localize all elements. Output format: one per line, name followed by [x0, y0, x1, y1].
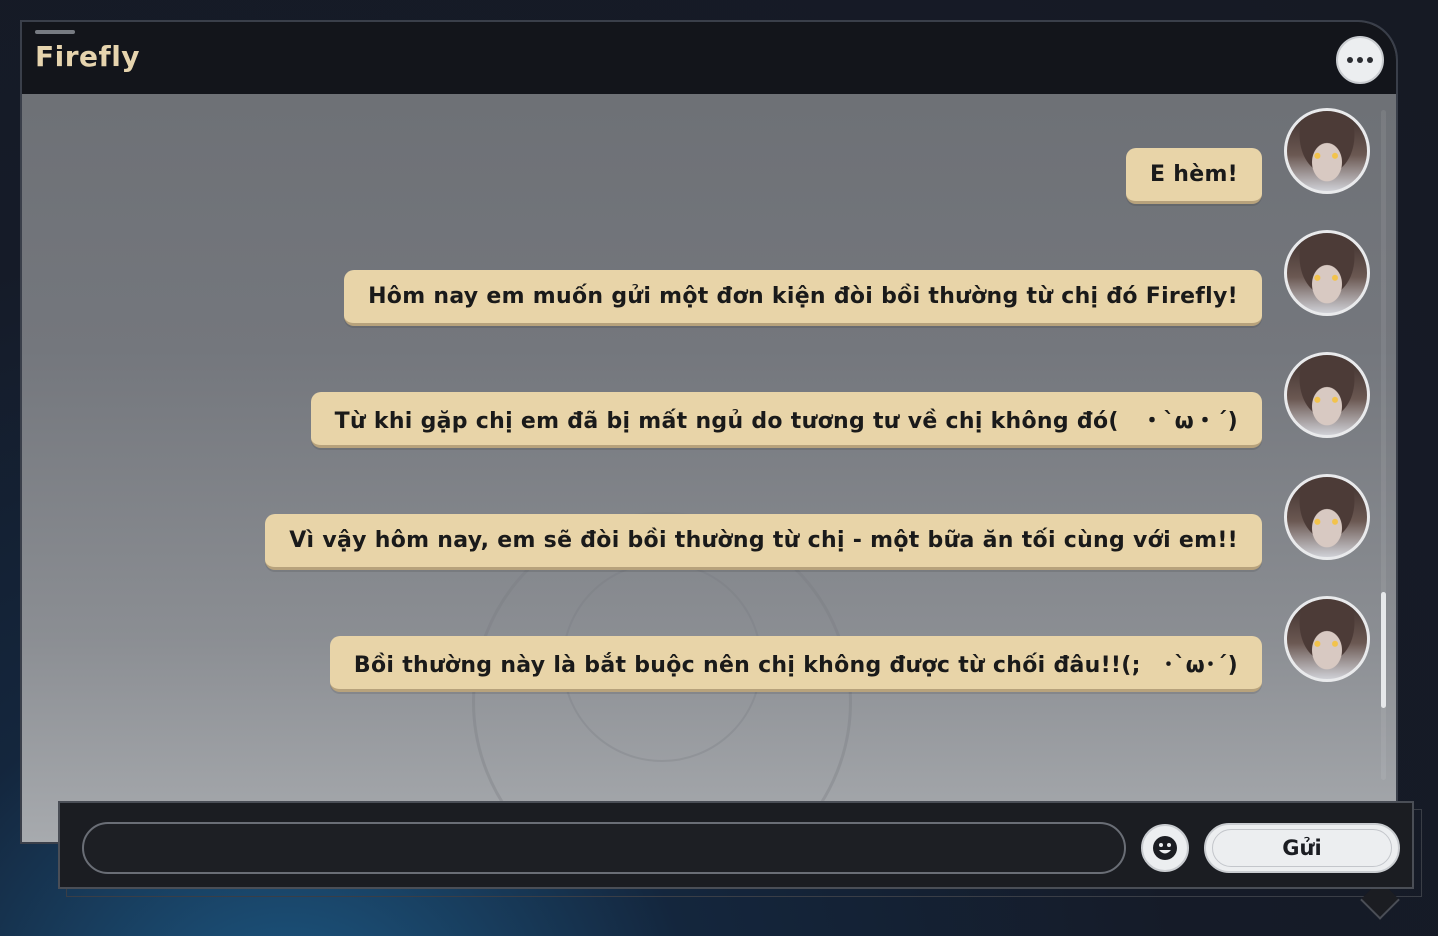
chat-title: Firefly	[35, 40, 141, 73]
send-button[interactable]: Gửi	[1204, 823, 1400, 873]
more-options-button[interactable]	[1336, 36, 1384, 84]
message-row: Bồi thường này là bắt buộc nên chị không…	[22, 596, 1396, 696]
emoji-button[interactable]	[1141, 824, 1189, 872]
smiley-face-icon	[1153, 836, 1177, 860]
ellipsis-icon	[1347, 57, 1373, 63]
avatar[interactable]	[1284, 108, 1370, 194]
message-bubble: E hèm!	[1125, 148, 1262, 204]
message-row: E hèm!	[22, 108, 1396, 208]
header-accent-line	[35, 30, 75, 34]
message-row: Từ khi gặp chị em đã bị mất ngủ do tương…	[22, 352, 1396, 452]
chat-window: Firefly E hèm! Hôm nay em muốn gửi một đ…	[20, 20, 1398, 844]
message-row: Hôm nay em muốn gửi một đơn kiện đòi bồi…	[22, 230, 1396, 330]
avatar[interactable]	[1284, 230, 1370, 316]
send-button-label: Gửi	[1282, 836, 1322, 860]
avatar[interactable]	[1284, 596, 1370, 682]
message-bubble: Từ khi gặp chị em đã bị mất ngủ do tương…	[310, 392, 1262, 448]
scrollbar-thumb[interactable]	[1381, 592, 1386, 708]
avatar[interactable]	[1284, 474, 1370, 560]
message-bubble: Bồi thường này là bắt buộc nên chị không…	[329, 636, 1262, 692]
chat-header: Firefly	[22, 22, 1396, 94]
message-bubble: Vì vậy hôm nay, em sẽ đòi bồi thường từ …	[265, 514, 1262, 570]
message-row: Vì vậy hôm nay, em sẽ đòi bồi thường từ …	[22, 474, 1396, 574]
message-composer: Gửi	[58, 801, 1414, 889]
message-scrollbar[interactable]	[1381, 110, 1386, 780]
message-input[interactable]	[82, 822, 1126, 874]
message-bubble: Hôm nay em muốn gửi một đơn kiện đòi bồi…	[344, 270, 1262, 326]
avatar[interactable]	[1284, 352, 1370, 438]
